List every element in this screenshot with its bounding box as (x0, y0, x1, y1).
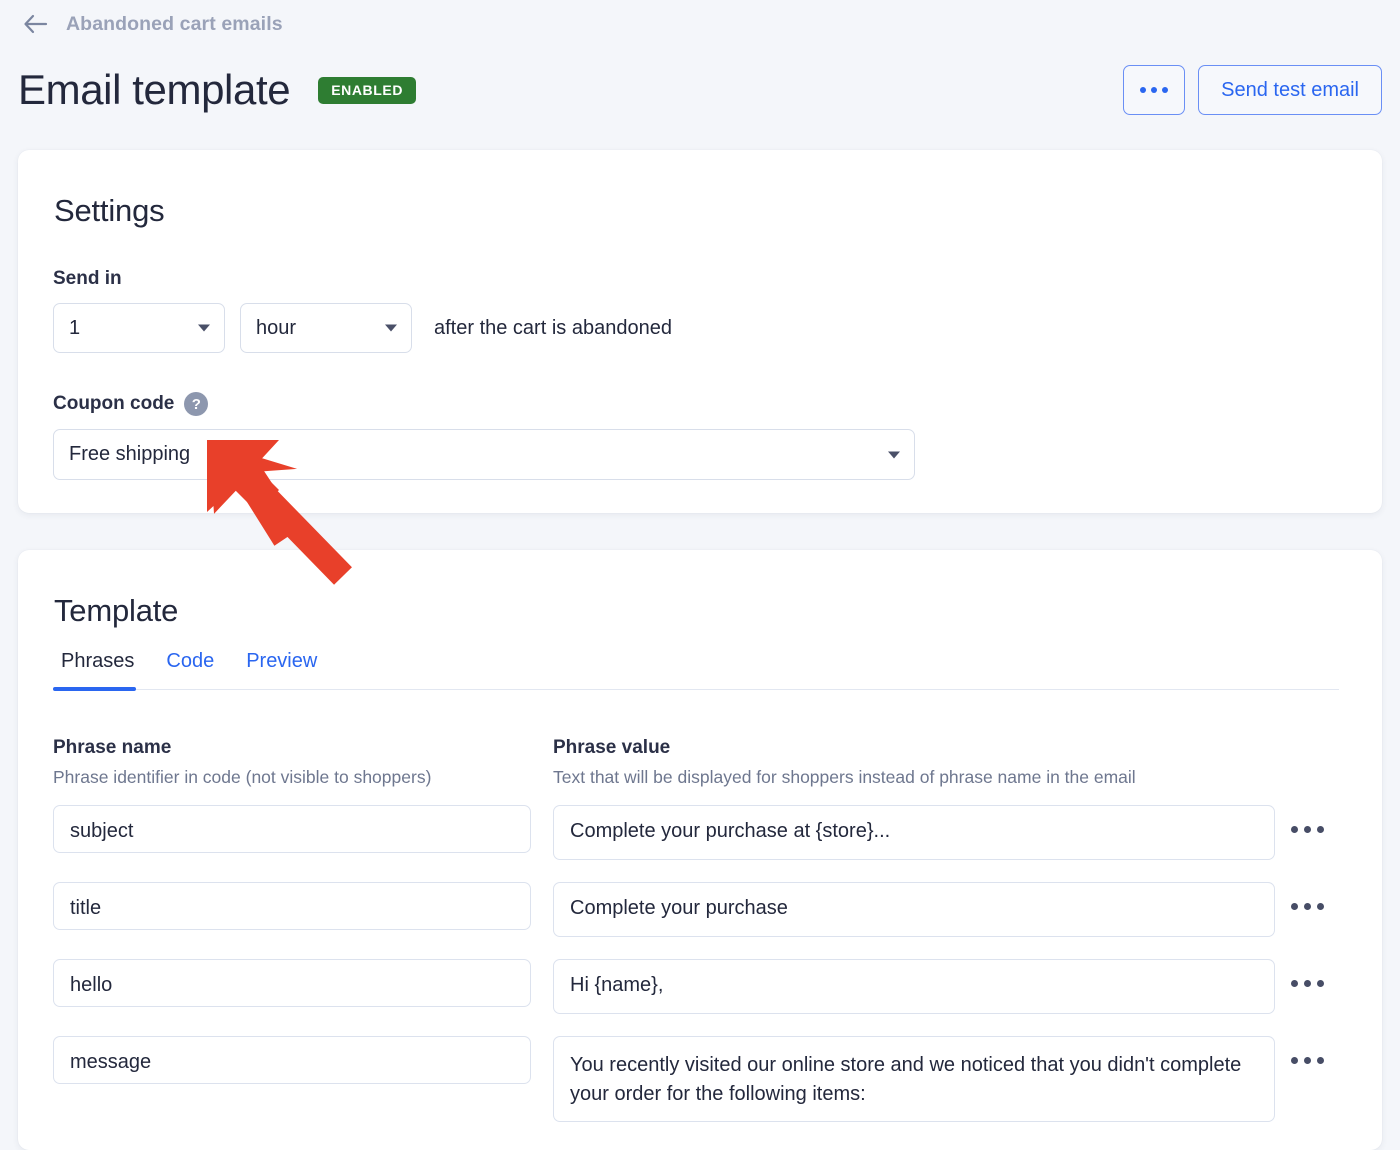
send-in-suffix-text: after the cart is abandoned (434, 316, 672, 339)
phrase-name-header-sub: Phrase identifier in code (not visible t… (53, 767, 432, 787)
phrase-name-input[interactable]: subject (53, 805, 531, 853)
row-menu-button[interactable] (1275, 1036, 1339, 1084)
phrase-value-input[interactable]: Complete your purchase (553, 882, 1275, 937)
coupon-code-select[interactable]: Free shipping (53, 429, 915, 480)
table-row: subject Complete your purchase at {store… (53, 805, 1339, 860)
phrase-name-input[interactable]: hello (53, 959, 531, 1007)
more-options-button[interactable] (1123, 65, 1186, 115)
send-in-amount-select[interactable]: 1 (53, 303, 225, 353)
coupon-code-value: Free shipping (69, 443, 191, 465)
phrase-value-input[interactable]: Hi {name}, (553, 959, 1275, 1014)
chevron-down-icon (888, 451, 900, 458)
ellipsis-icon (1140, 87, 1169, 93)
breadcrumb[interactable]: Abandoned cart emails (18, 6, 283, 42)
page-header: Email template ENABLED Send test email (18, 58, 1382, 122)
phrase-value-input[interactable]: Complete your purchase at {store}... (553, 805, 1275, 860)
template-title: Template (54, 593, 179, 628)
status-badge: ENABLED (318, 76, 417, 104)
tab-preview[interactable]: Preview (230, 650, 333, 689)
tab-code[interactable]: Code (150, 650, 230, 689)
phrase-name-input[interactable]: title (53, 882, 531, 930)
ellipsis-icon (1290, 902, 1324, 910)
breadcrumb-label[interactable]: Abandoned cart emails (66, 13, 283, 36)
table-row: hello Hi {name}, (53, 959, 1339, 1014)
settings-title: Settings (54, 193, 165, 228)
phrase-name-column-header: Phrase name Phrase identifier in code (n… (53, 737, 531, 788)
question-mark-icon[interactable]: ? (184, 392, 209, 416)
row-menu-button[interactable] (1275, 805, 1339, 853)
ellipsis-icon (1290, 979, 1324, 987)
row-menu-button[interactable] (1275, 959, 1339, 1007)
send-test-email-button[interactable]: Send test email (1198, 65, 1382, 115)
send-in-unit-value: hour (256, 316, 297, 339)
ellipsis-icon (1290, 1056, 1324, 1064)
chevron-down-icon (198, 324, 210, 332)
coupon-code-label: Coupon code ? (53, 392, 209, 416)
send-in-amount-value: 1 (69, 316, 81, 339)
phrase-value-header-title: Phrase value (553, 737, 671, 758)
template-tabs: Phrases Code Preview (53, 650, 1339, 691)
phrase-name-header-title: Phrase name (53, 737, 172, 758)
send-in-label: Send in (53, 268, 122, 290)
phrase-value-header-sub: Text that will be displayed for shoppers… (553, 767, 1136, 787)
send-in-controls: 1 hour after the cart is abandoned (53, 303, 672, 353)
ellipsis-icon (1290, 825, 1324, 833)
header-actions: Send test email (1123, 65, 1382, 115)
phrase-name-input[interactable]: message (53, 1036, 531, 1084)
send-in-label-text: Send in (53, 268, 122, 289)
send-in-unit-select[interactable]: hour (240, 303, 412, 353)
arrow-left-icon[interactable] (18, 7, 52, 41)
page-title: Email template (18, 66, 291, 113)
tab-phrases[interactable]: Phrases (53, 650, 150, 691)
table-row: title Complete your purchase (53, 882, 1339, 937)
coupon-code-label-text: Coupon code (53, 393, 175, 414)
row-menu-button[interactable] (1275, 882, 1339, 930)
table-row: message You recently visited our online … (53, 1036, 1339, 1122)
phrase-value-input[interactable]: You recently visited our online store an… (553, 1036, 1275, 1122)
chevron-down-icon (385, 324, 397, 332)
phrase-value-column-header: Phrase value Text that will be displayed… (553, 737, 1275, 788)
